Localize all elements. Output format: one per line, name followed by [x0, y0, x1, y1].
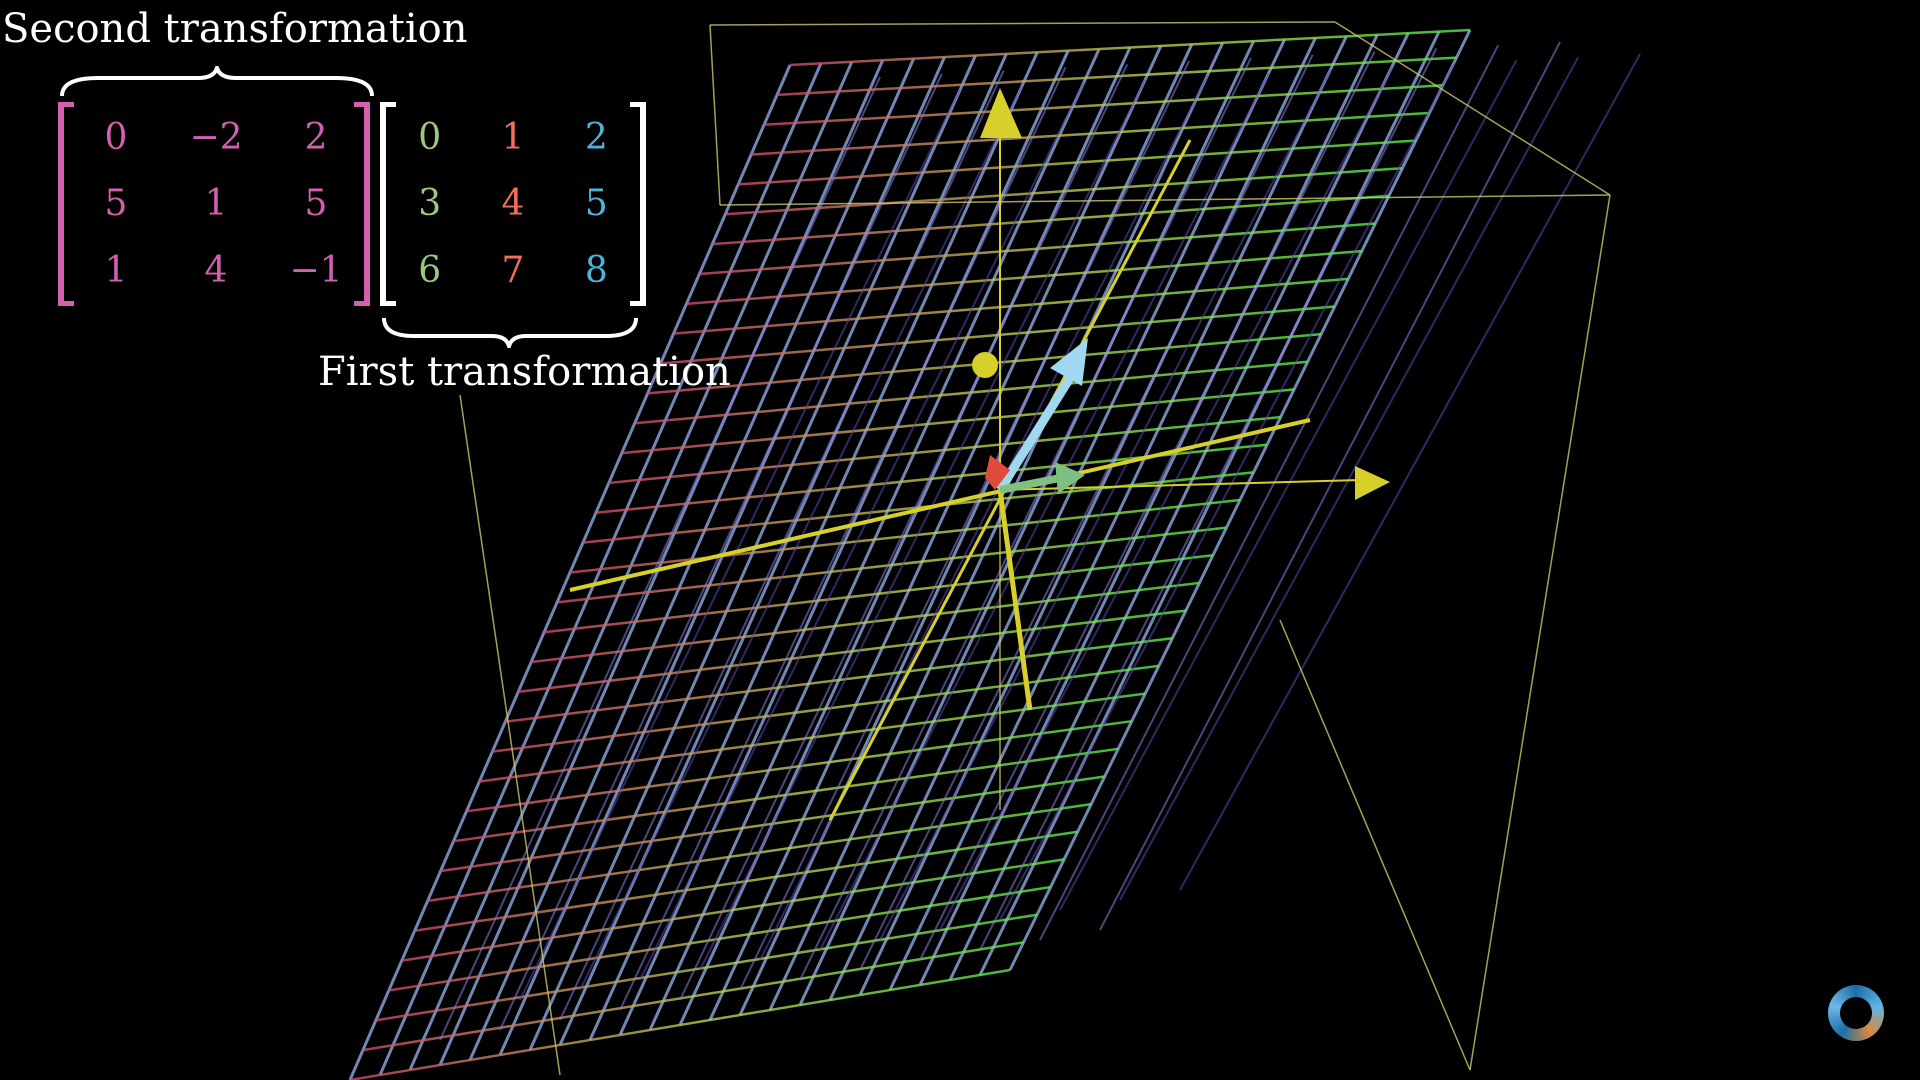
box-edge	[1279, 619, 1471, 1071]
matrix-entry: 7	[501, 250, 525, 292]
second-transformation-brace-icon	[60, 66, 374, 97]
matrix-entry: 5	[104, 183, 128, 225]
green-vector-arrowhead-icon	[1055, 462, 1085, 494]
matrix-entry: 8	[584, 250, 608, 292]
matrix-entry: 0	[418, 116, 442, 158]
grid-line	[349, 968, 1011, 1080]
grid-line	[919, 51, 1376, 961]
grid-line	[639, 82, 1085, 981]
first-transformation-brace-icon	[382, 317, 638, 348]
matrix-entry: 1	[204, 183, 228, 225]
matrix-entry: 5	[584, 183, 608, 225]
first-transformation-label: First transformation	[318, 349, 731, 395]
axis-endpoint-dot	[972, 352, 998, 378]
matrix-entry: −1	[289, 250, 343, 292]
grid-line	[1039, 44, 1500, 941]
second-transformation-matrix: 0 −2 2 5 1 5 1 4 −1	[66, 104, 366, 304]
matrix-entry: 3	[418, 183, 442, 225]
grid-line	[362, 941, 1024, 1052]
matrix-entry: 0	[104, 116, 128, 158]
matrix-entry: 1	[501, 116, 525, 158]
matrix-entry: 4	[204, 250, 228, 292]
grid-line	[375, 913, 1038, 1022]
first-transformation-matrix: 0 1 2 3 4 5 6 7 8	[388, 104, 638, 304]
matrix-entry: 6	[418, 250, 442, 292]
box-edge	[709, 24, 721, 206]
video-frame: Second transformation 0 −2 2 5 1 5 1 4 −…	[0, 0, 1920, 1080]
matrix-entry: −2	[189, 116, 243, 158]
axis-right-arrow-icon	[1355, 466, 1390, 500]
grid-line	[979, 47, 1438, 951]
loading-spinner-icon	[1828, 985, 1884, 1041]
first-matrix-right-bracket	[630, 102, 646, 306]
matrix-entry: 2	[584, 116, 608, 158]
grid-line	[414, 830, 1078, 932]
matrix-entry: 5	[304, 183, 328, 225]
matrix-entry: 4	[501, 183, 525, 225]
grid-line	[401, 858, 1065, 962]
matrix-entry: 1	[104, 250, 128, 292]
matrix-entry: 2	[304, 116, 328, 158]
second-matrix-right-bracket	[354, 102, 370, 306]
box-edge	[709, 21, 1336, 26]
second-transformation-label: Second transformation	[2, 6, 468, 52]
grid-line	[789, 28, 1471, 67]
